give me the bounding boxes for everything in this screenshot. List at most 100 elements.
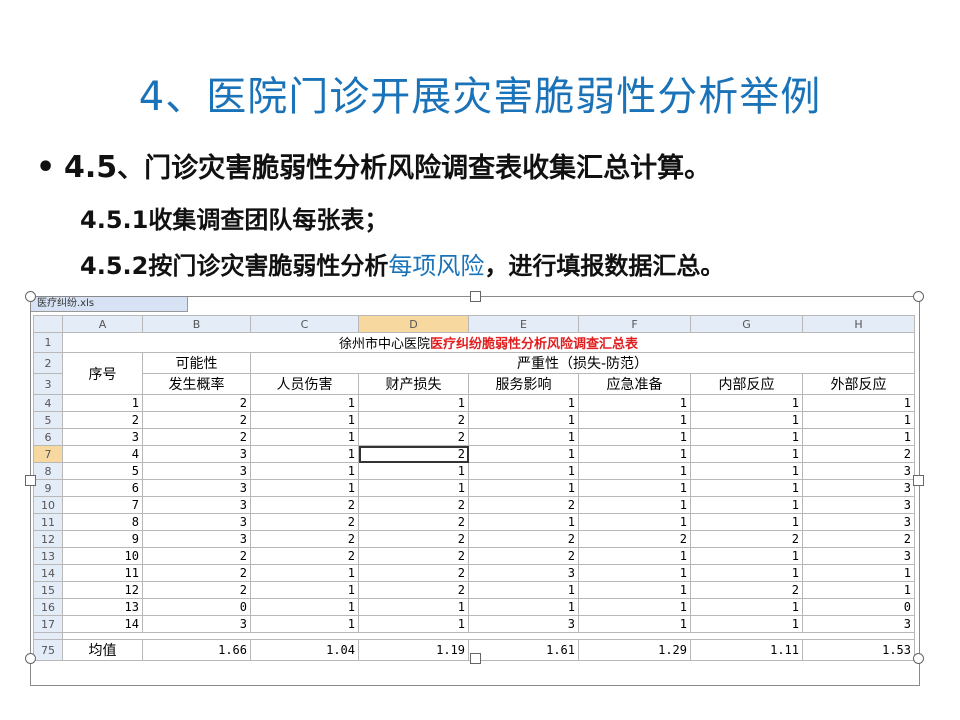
table-cell[interactable]: 1	[468, 513, 579, 531]
resize-handle-top-center[interactable]	[470, 291, 481, 302]
table-cell[interactable]: 1	[358, 479, 469, 497]
table-cell[interactable]: 1	[468, 445, 579, 463]
table-cell[interactable]: 1	[468, 462, 579, 480]
table-cell[interactable]: 3	[142, 462, 251, 480]
table-cell[interactable]: 1	[62, 394, 143, 412]
table-cell[interactable]: 3	[62, 428, 143, 446]
table-cell[interactable]: 1	[802, 564, 915, 582]
table-cell[interactable]: 1	[578, 547, 691, 565]
table-cell[interactable]: 1	[578, 445, 691, 463]
table-cell[interactable]: 2	[142, 428, 251, 446]
row-header[interactable]: 3	[33, 373, 63, 395]
table-cell[interactable]: 0	[802, 598, 915, 616]
average-cell[interactable]: 1.19	[358, 639, 469, 661]
table-cell[interactable]: 2	[468, 496, 579, 514]
table-cell[interactable]: 2	[250, 496, 359, 514]
table-cell[interactable]: 2	[358, 581, 469, 599]
table-cell[interactable]: 1	[250, 428, 359, 446]
row-header[interactable]: 8	[33, 462, 63, 480]
table-cell[interactable]: 8	[62, 513, 143, 531]
table-cell[interactable]: 1	[690, 564, 803, 582]
table-cell[interactable]: 3	[142, 530, 251, 548]
table-cell[interactable]: 2	[358, 411, 469, 429]
col-header-c[interactable]: C	[250, 315, 359, 333]
table-cell[interactable]: 12	[62, 581, 143, 599]
average-cell[interactable]: 1.61	[468, 639, 579, 661]
header-sub[interactable]: 服务影响	[468, 373, 579, 395]
table-cell[interactable]: 3	[468, 564, 579, 582]
row-header[interactable]: 2	[33, 352, 63, 374]
table-cell[interactable]: 1	[468, 428, 579, 446]
table-cell[interactable]: 1	[578, 513, 691, 531]
table-cell[interactable]: 2	[358, 530, 469, 548]
table-cell[interactable]: 10	[62, 547, 143, 565]
table-cell[interactable]: 2	[468, 547, 579, 565]
resize-handle-top-left[interactable]	[25, 291, 36, 302]
table-cell[interactable]: 3	[802, 513, 915, 531]
col-header-b[interactable]: B	[142, 315, 251, 333]
table-cell[interactable]: 1	[250, 581, 359, 599]
table-cell[interactable]: 14	[62, 615, 143, 633]
row-header[interactable]: 6	[33, 428, 63, 446]
table-cell[interactable]: 1	[690, 496, 803, 514]
average-label[interactable]: 均值	[62, 639, 143, 661]
table-cell[interactable]: 1	[690, 615, 803, 633]
table-cell[interactable]: 1	[250, 598, 359, 616]
table-cell[interactable]: 1	[250, 615, 359, 633]
table-cell[interactable]: 3	[802, 462, 915, 480]
table-cell[interactable]: 3	[142, 615, 251, 633]
row-header[interactable]: 14	[33, 564, 63, 582]
table-cell[interactable]: 1	[358, 598, 469, 616]
resize-handle-bottom-left[interactable]	[25, 653, 36, 664]
header-possibility[interactable]: 可能性	[142, 352, 251, 374]
average-cell[interactable]: 1.04	[250, 639, 359, 661]
table-cell[interactable]: 1	[578, 462, 691, 480]
table-cell[interactable]: 1	[578, 394, 691, 412]
table-cell[interactable]: 1	[468, 411, 579, 429]
table-cell[interactable]: 1	[578, 479, 691, 497]
table-cell[interactable]: 2	[142, 411, 251, 429]
header-sub[interactable]: 外部反应	[802, 373, 915, 395]
table-cell[interactable]: 2	[358, 428, 469, 446]
resize-handle-right[interactable]	[913, 475, 924, 486]
table-cell[interactable]: 2	[578, 530, 691, 548]
table-cell[interactable]: 3	[802, 547, 915, 565]
table-cell[interactable]: 1	[802, 581, 915, 599]
table-cell[interactable]: 1	[578, 615, 691, 633]
col-header-d[interactable]: D	[358, 315, 469, 333]
table-cell[interactable]: 1	[690, 513, 803, 531]
table-cell[interactable]: 3	[802, 496, 915, 514]
table-cell[interactable]: 1	[468, 598, 579, 616]
col-header-a[interactable]: A	[62, 315, 143, 333]
table-cell[interactable]: 1	[358, 394, 469, 412]
average-cell[interactable]: 1.66	[142, 639, 251, 661]
table-cell[interactable]: 1	[468, 581, 579, 599]
table-cell[interactable]: 4	[62, 445, 143, 463]
col-header-f[interactable]: F	[578, 315, 691, 333]
table-cell[interactable]: 1	[578, 428, 691, 446]
table-cell[interactable]: 1	[250, 445, 359, 463]
table-cell[interactable]: 1	[690, 428, 803, 446]
table-cell[interactable]: 2	[358, 564, 469, 582]
header-sub[interactable]: 人员伤害	[250, 373, 359, 395]
table-cell[interactable]: 1	[468, 479, 579, 497]
row-header[interactable]: 13	[33, 547, 63, 565]
table-cell[interactable]: 1	[250, 411, 359, 429]
row-header[interactable]: 5	[33, 411, 63, 429]
row-header[interactable]: 1	[33, 332, 63, 353]
table-cell[interactable]: 2	[250, 547, 359, 565]
average-cell[interactable]: 1.53	[802, 639, 915, 661]
table-cell[interactable]: 1	[690, 547, 803, 565]
table-cell[interactable]: 3	[802, 479, 915, 497]
row-header[interactable]: 15	[33, 581, 63, 599]
table-cell[interactable]: 5	[62, 462, 143, 480]
col-header-h[interactable]: H	[802, 315, 915, 333]
table-cell[interactable]: 3	[802, 615, 915, 633]
table-cell[interactable]: 2	[690, 530, 803, 548]
table-cell[interactable]: 1	[690, 445, 803, 463]
row-header[interactable]: 10	[33, 496, 63, 514]
table-cell[interactable]: 1	[690, 394, 803, 412]
col-header-e[interactable]: E	[468, 315, 579, 333]
table-cell[interactable]: 2	[142, 581, 251, 599]
table-cell[interactable]: 3	[468, 615, 579, 633]
